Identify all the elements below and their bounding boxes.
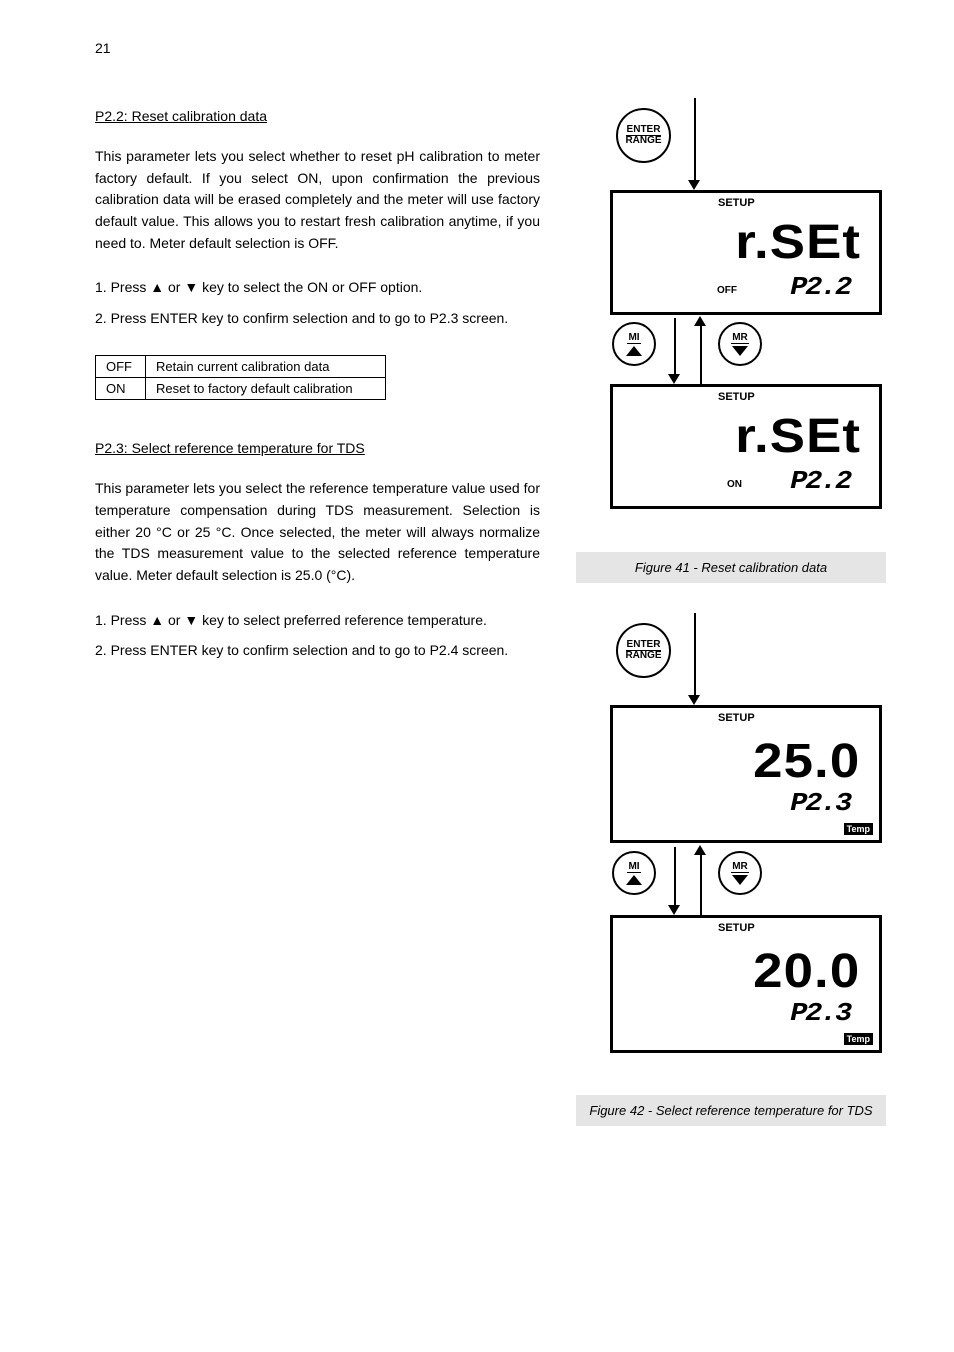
up-triangle-icon — [626, 346, 642, 356]
heading-p23: P2.3: Select reference temperature for T… — [95, 440, 540, 456]
lcd-screen: SETUP 25.0 P2.3 Temp — [610, 705, 882, 843]
mr-down-button-icon: MR — [718, 851, 762, 895]
on-indicator: ON — [727, 479, 742, 490]
lcd-param: P2.2 — [790, 272, 850, 302]
page-number: 21 — [95, 40, 894, 56]
up-triangle-icon: ▲ — [150, 612, 164, 628]
up-triangle-icon: ▲ — [150, 279, 164, 295]
mi-up-button-icon: MI — [612, 322, 656, 366]
up-triangle-icon — [626, 875, 642, 885]
para-p22: This parameter lets you select whether t… — [95, 146, 540, 254]
step-p22-1: 1. Press ▲ or ▼ key to select the ON or … — [95, 276, 540, 298]
step-text: or — [164, 612, 184, 628]
cell: Reset to factory default calibration — [146, 378, 386, 400]
step-text: 1. Press — [95, 279, 150, 295]
cell: ON — [96, 378, 146, 400]
step-p23-1: 1. Press ▲ or ▼ key to select preferred … — [95, 609, 540, 631]
down-triangle-icon — [732, 875, 748, 885]
setup-label: SETUP — [718, 922, 755, 934]
cell: Retain current calibration data — [146, 356, 386, 378]
down-triangle-icon: ▼ — [184, 612, 198, 628]
setup-label: SETUP — [718, 391, 755, 403]
table-row: OFF Retain current calibration data — [96, 356, 386, 378]
heading-p22: P2.2: Reset calibration data — [95, 108, 540, 124]
lcd-main-value: 25.0 — [753, 734, 860, 789]
lcd-screen: SETUP r.SEt ON P2.2 — [610, 384, 882, 509]
label: MI — [627, 862, 640, 873]
figure-42-caption: Figure 42 - Select reference temperature… — [576, 1095, 886, 1126]
down-triangle-icon: ▼ — [184, 279, 198, 295]
label: MR — [731, 862, 749, 873]
lcd-main-value: r.SEt — [735, 215, 861, 270]
label: MI — [627, 333, 640, 344]
table-row: ON Reset to factory default calibration — [96, 378, 386, 400]
temp-badge: Temp — [844, 823, 873, 835]
temp-badge: Temp — [844, 1033, 873, 1045]
mi-up-button-icon: MI — [612, 851, 656, 895]
cell: OFF — [96, 356, 146, 378]
enter-range-button-icon: ENTER RANGE — [616, 623, 671, 678]
step-p23-2: 2. Press ENTER key to confirm selection … — [95, 639, 540, 661]
step-text: key to select the ON or OFF option. — [198, 279, 422, 295]
down-triangle-icon — [732, 346, 748, 356]
para-p23: This parameter lets you select the refer… — [95, 478, 540, 586]
enter-range-button-icon: ENTER RANGE — [616, 108, 671, 163]
setup-label: SETUP — [718, 197, 755, 209]
setup-label: SETUP — [718, 712, 755, 724]
label: RANGE — [625, 651, 661, 662]
step-text: or — [164, 279, 184, 295]
step-text: key to select preferred reference temper… — [198, 612, 487, 628]
lcd-screen: SETUP 20.0 P2.3 Temp — [610, 915, 882, 1053]
label: RANGE — [625, 136, 661, 147]
lcd-param: P2.3 — [790, 998, 850, 1028]
off-indicator: OFF — [717, 285, 737, 296]
lcd-main-value: r.SEt — [735, 409, 861, 464]
lcd-main-value: 20.0 — [753, 944, 860, 999]
figure-41-caption: Figure 41 - Reset calibration data — [576, 552, 886, 583]
options-table: OFF Retain current calibration data ON R… — [95, 355, 386, 400]
label: MR — [731, 333, 749, 344]
step-text: 1. Press — [95, 612, 150, 628]
figure-42-diagram: ENTER RANGE SETUP 25.0 P2.3 Temp MI MR — [576, 623, 886, 1075]
lcd-param: P2.2 — [790, 466, 850, 496]
figure-41-diagram: ENTER RANGE SETUP r.SEt OFF P2.2 MI — [576, 108, 886, 540]
lcd-param: P2.3 — [790, 788, 850, 818]
lcd-screen: SETUP r.SEt OFF P2.2 — [610, 190, 882, 315]
mr-down-button-icon: MR — [718, 322, 762, 366]
step-p22-2: 2. Press ENTER key to confirm selection … — [95, 307, 540, 329]
